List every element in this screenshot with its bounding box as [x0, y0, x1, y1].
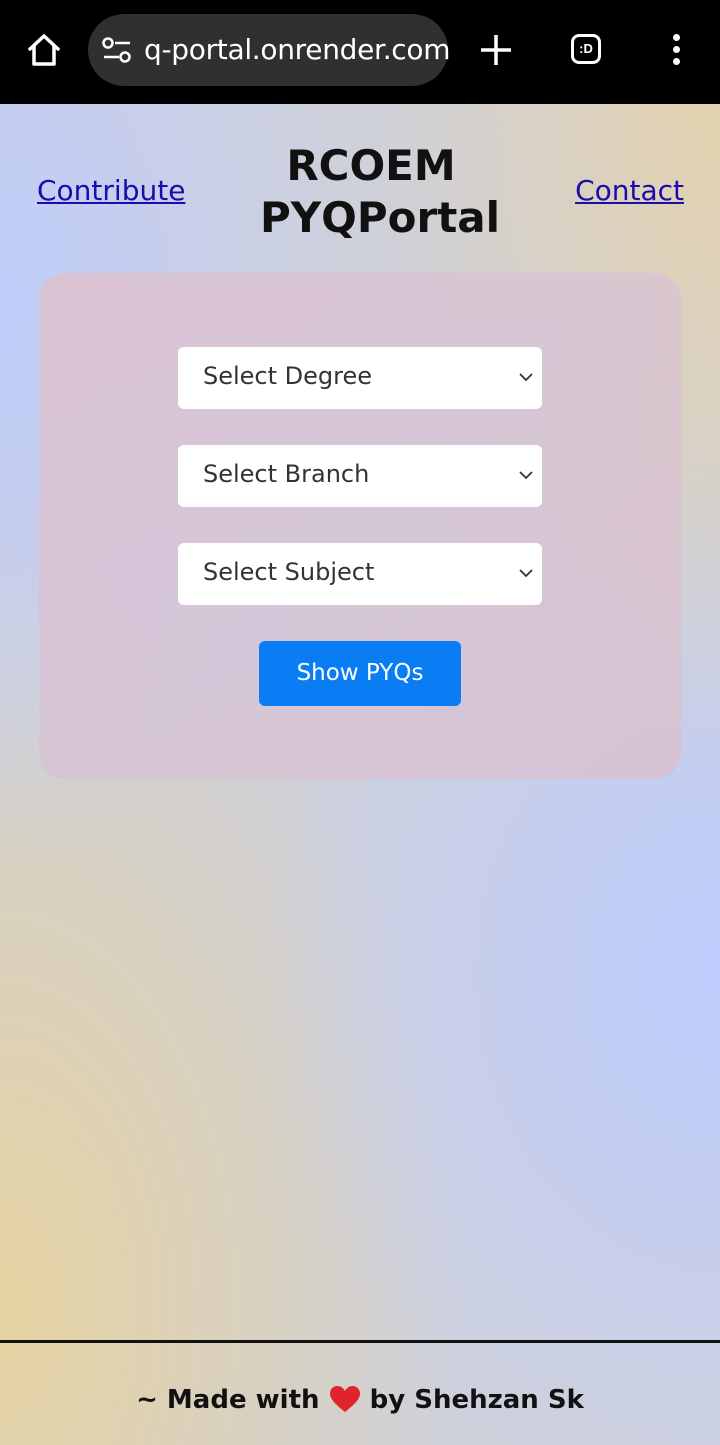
- url-text[interactable]: q-portal.onrender.com: [144, 34, 451, 66]
- footer: ~ Made with by Shehzan Sk: [0, 1340, 720, 1445]
- footer-suffix: by Shehzan Sk: [369, 1385, 584, 1415]
- contact-link[interactable]: Contact: [575, 174, 684, 207]
- page: Contribute RCOEM PYQPortal Contact Selec…: [0, 104, 720, 1445]
- subject-select-value: Select Subject: [203, 558, 375, 586]
- chevron-down-icon: [519, 569, 533, 578]
- branch-select-value: Select Branch: [203, 460, 370, 488]
- address-bar[interactable]: q-portal.onrender.com: [88, 14, 451, 86]
- degree-select[interactable]: Select Degree: [178, 347, 542, 409]
- subject-select[interactable]: Select Subject: [178, 543, 542, 605]
- tab-switcher-icon[interactable]: :D: [571, 34, 601, 64]
- chevron-down-icon: [519, 471, 533, 480]
- heart-icon: [329, 1386, 360, 1412]
- show-pyqs-button[interactable]: Show PYQs: [259, 641, 461, 706]
- footer-credit: ~ Made with by Shehzan Sk: [0, 1385, 720, 1415]
- new-tab-plus-icon[interactable]: [478, 32, 514, 68]
- chevron-down-icon: [519, 373, 533, 382]
- browser-toolbar: q-portal.onrender.com :D: [0, 0, 720, 104]
- degree-select-value: Select Degree: [203, 362, 373, 390]
- branch-select[interactable]: Select Branch: [178, 445, 542, 507]
- site-settings-icon[interactable]: [102, 36, 132, 64]
- footer-prefix: ~ Made with: [136, 1385, 320, 1415]
- home-icon[interactable]: [24, 30, 64, 70]
- search-form-card: Select Degree Select Branch Select Subje…: [39, 273, 681, 779]
- overflow-menu-icon[interactable]: [668, 34, 684, 68]
